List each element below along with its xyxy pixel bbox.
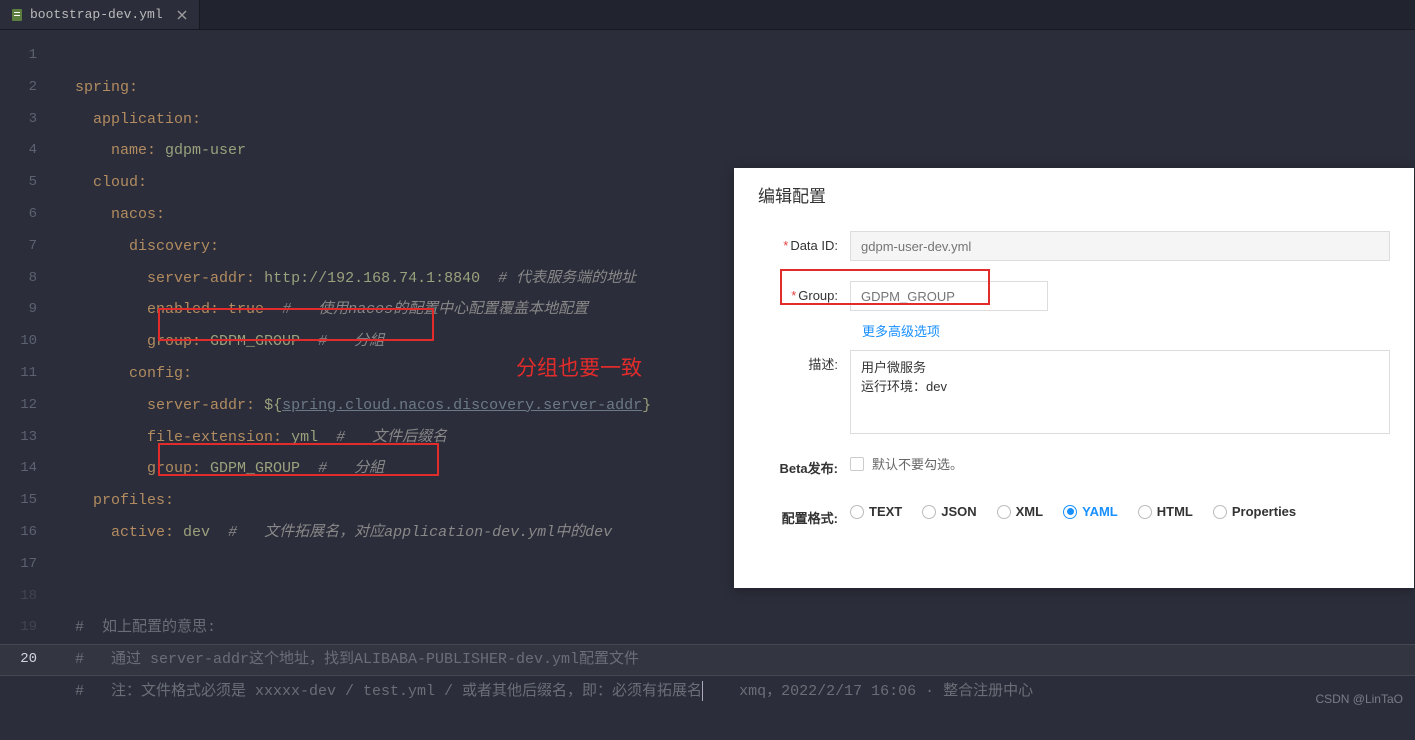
comment: # 代表服务端的地址 xyxy=(498,270,636,287)
desc-label: 描述: xyxy=(758,350,850,380)
yaml-key: application xyxy=(93,111,192,128)
yaml-key: discovery xyxy=(129,238,210,255)
yaml-key: server-addr xyxy=(147,397,246,414)
yaml-value: gdpm-user xyxy=(165,142,246,159)
comment: # 分組 xyxy=(318,333,384,350)
tab-filename: bootstrap-dev.yml xyxy=(30,7,163,22)
more-options-link[interactable]: 更多高级选项 xyxy=(734,321,1414,340)
config-panel: 编辑配置 *Data ID: *Group: 更多高级选项 描述: 用户微服务 … xyxy=(734,168,1414,588)
radio-yaml[interactable]: YAML xyxy=(1063,504,1118,519)
comment: # 分組 xyxy=(318,460,384,477)
comment: # 注：文件格式必须是 xxxxx-dev / test.yml / 或者其他后… xyxy=(75,683,702,700)
radio-json[interactable]: JSON xyxy=(922,504,976,519)
yaml-key: cloud xyxy=(93,174,138,191)
tab-bar: bootstrap-dev.yml xyxy=(0,0,1415,30)
yaml-placeholder: spring.cloud.nacos.discovery.server-addr xyxy=(282,397,642,414)
comment: # 通过 server-addr这个地址，找到ALIBABA-PUBLISHER… xyxy=(75,651,639,668)
yaml-value: yml xyxy=(291,429,318,446)
yaml-key: spring xyxy=(75,79,129,96)
yaml-value: dev xyxy=(183,524,210,541)
panel-title: 编辑配置 xyxy=(734,168,1414,221)
beta-label: Beta发布: xyxy=(758,454,850,484)
yaml-key: profiles xyxy=(93,492,165,509)
file-tab[interactable]: bootstrap-dev.yml xyxy=(0,0,200,29)
dataid-label: Data ID: xyxy=(790,238,838,253)
yaml-key: group xyxy=(147,333,192,350)
yaml-value: ${ xyxy=(264,397,282,414)
radio-text[interactable]: TEXT xyxy=(850,504,902,519)
beta-checkbox[interactable] xyxy=(850,457,864,471)
gutter: 1234 5678 9101112 13141516 17181920 xyxy=(0,30,55,712)
comment: # 文件后缀名 xyxy=(336,429,447,446)
yaml-key: server-addr xyxy=(147,270,246,287)
comment: xmq，2022/2/17 16:06 · 整合注册中心 xyxy=(721,683,1033,700)
yaml-key: group xyxy=(147,460,192,477)
radio-properties[interactable]: Properties xyxy=(1213,504,1296,519)
comment: # 如上配置的意思: xyxy=(75,619,216,636)
yaml-value: GDPM_GROUP xyxy=(210,460,300,477)
group-input[interactable] xyxy=(850,281,1048,311)
beta-hint: 默认不要勾选。 xyxy=(872,454,963,473)
yaml-key: file-extension xyxy=(147,429,273,446)
yaml-value: true xyxy=(228,301,264,318)
yaml-value: http://192.168.74.1:8840 xyxy=(264,270,480,287)
comment: # 使用nacos的配置中心配置覆盖本地配置 xyxy=(282,301,588,318)
yaml-key: enabled xyxy=(147,301,210,318)
dataid-input[interactable] xyxy=(850,231,1390,261)
yaml-value: GDPM_GROUP xyxy=(210,333,300,350)
yaml-key: name xyxy=(111,142,147,159)
close-icon[interactable] xyxy=(175,8,189,22)
yaml-file-icon xyxy=(10,8,24,22)
yaml-key: config xyxy=(129,365,183,382)
radio-html[interactable]: HTML xyxy=(1138,504,1193,519)
radio-xml[interactable]: XML xyxy=(997,504,1043,519)
text-cursor xyxy=(702,681,703,701)
comment: # 文件拓展名，对应application-dev.yml中的dev xyxy=(228,524,612,541)
watermark: CSDN @LinTaO xyxy=(1315,692,1403,706)
desc-textarea[interactable]: 用户微服务 运行环境：dev xyxy=(850,350,1390,434)
format-label: 配置格式: xyxy=(758,504,850,534)
group-label: Group: xyxy=(798,288,838,303)
annotation-text: 分组也要一致 xyxy=(516,352,642,382)
yaml-key: nacos xyxy=(111,206,156,223)
yaml-key: active xyxy=(111,524,165,541)
format-radio-group: TEXT JSON XML YAML HTML Properties xyxy=(850,504,1296,519)
